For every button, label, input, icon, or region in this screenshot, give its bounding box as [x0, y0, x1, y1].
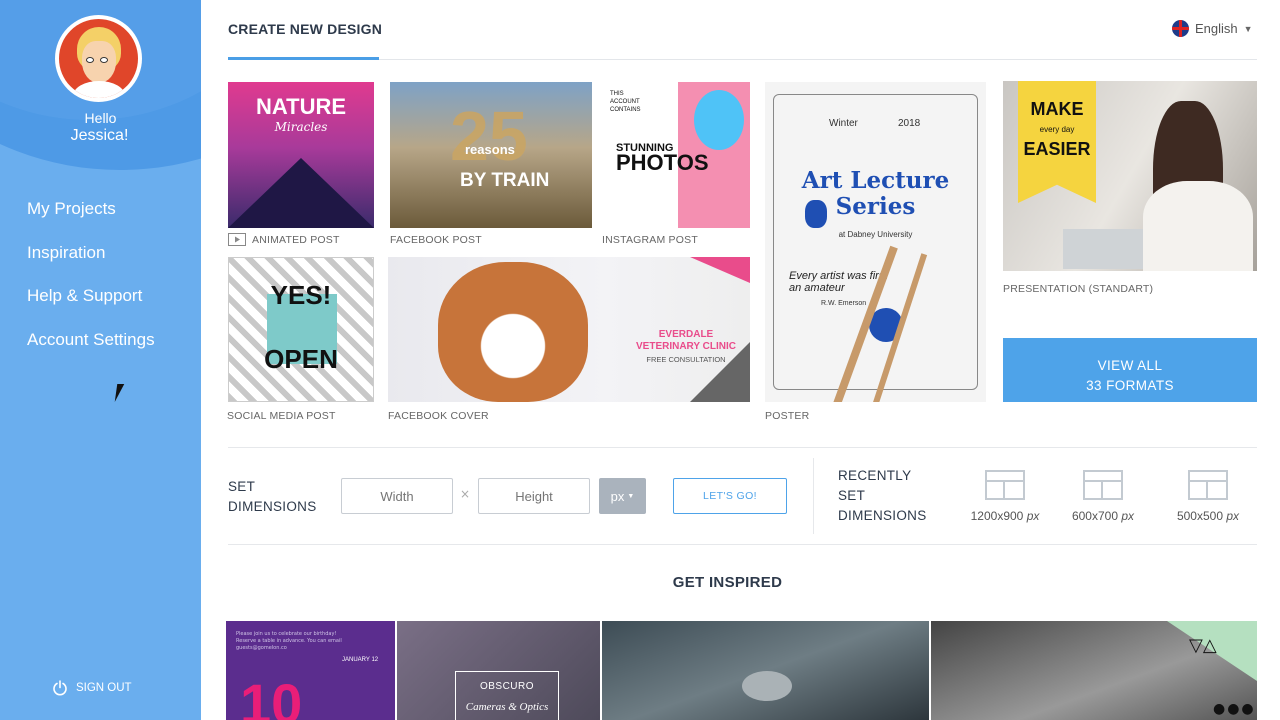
width-input[interactable]: [341, 478, 453, 514]
play-icon: [228, 233, 246, 246]
template-text: YES!: [270, 280, 332, 310]
template-poster[interactable]: Winter 2018 Art Lecture Series at Dabney…: [765, 82, 986, 402]
template-label-instagram-post: INSTAGRAM POST: [602, 234, 698, 246]
template-label-facebook-cover: FACEBOOK COVER: [388, 410, 489, 422]
tab-active-indicator: [228, 57, 379, 60]
recent-dimension-item[interactable]: 500x500 px: [1158, 470, 1258, 523]
template-facebook-cover[interactable]: EVERDALE VETERINARY CLINIC FREE CONSULTA…: [388, 257, 750, 402]
unit-select[interactable]: px ▼: [599, 478, 646, 514]
inspiration-card[interactable]: [602, 621, 929, 720]
inspiration-card[interactable]: ▽△ ●●●: [931, 621, 1257, 720]
template-text: R.W. Emerson: [821, 300, 867, 307]
triangle-icon: ▽△: [1189, 635, 1217, 656]
template-social-media-post[interactable]: YES! OPEN: [228, 257, 374, 402]
template-text: PHOTOS: [616, 150, 709, 175]
template-label-facebook-post: FACEBOOK POST: [390, 234, 482, 246]
times-icon: ×: [460, 487, 471, 501]
template-text: reasons: [465, 142, 515, 157]
template-title: NATURE: [255, 94, 347, 119]
layout-icon: [1083, 470, 1123, 500]
sign-out-label: SIGN OUT: [76, 682, 132, 694]
layout-icon: [1188, 470, 1228, 500]
template-number: 25: [450, 97, 528, 175]
template-text: OPEN: [264, 344, 338, 374]
inspiration-card[interactable]: OBSCURO Cameras & Optics: [397, 621, 600, 720]
recently-set-dimensions-label: RECENTLY SET DIMENSIONS: [838, 468, 927, 523]
tab-divider: [228, 59, 1257, 60]
username: Jessica!: [70, 127, 129, 144]
avatar-icon: [59, 19, 138, 98]
caret-down-icon: ▼: [627, 492, 635, 500]
greeting: Hello: [84, 110, 117, 126]
view-all-formats-button[interactable]: VIEW ALL 33 FORMATS: [1003, 338, 1257, 402]
mouse-cursor-icon: [114, 384, 125, 402]
layout-icon: [985, 470, 1025, 500]
template-title: Art Lecture Series: [801, 167, 950, 220]
template-text: EASIER: [1023, 139, 1091, 159]
language-selector[interactable]: English ▼: [1172, 20, 1253, 37]
template-presentation[interactable]: MAKE every day EASIER: [1003, 81, 1257, 271]
app-root: Hello Jessica! My Projects Inspiration H…: [0, 0, 1280, 720]
template-text: every day: [1039, 125, 1075, 134]
get-inspired-title: GET INSPIRED: [672, 574, 783, 591]
caret-down-icon: ▼: [1243, 23, 1253, 34]
nav-help-support[interactable]: Help & Support: [27, 285, 155, 329]
avatar[interactable]: [55, 15, 142, 102]
template-label-poster: POSTER: [765, 410, 810, 422]
bike-bell-image: [742, 671, 792, 701]
template-animated-post[interactable]: NATURE Miracles: [228, 82, 374, 228]
template-text: at Dabney University: [838, 230, 913, 239]
lets-go-button[interactable]: LET'S GO!: [673, 478, 787, 514]
divider-vertical: [813, 458, 814, 534]
dog-image: [438, 262, 588, 402]
nav-my-projects[interactable]: My Projects: [27, 198, 155, 242]
sidebar-nav: My Projects Inspiration Help & Support A…: [27, 198, 155, 372]
template-label-social-media-post: SOCIAL MEDIA POST: [227, 410, 336, 422]
inspiration-card[interactable]: Please join us to celebrate our birthday…: [226, 621, 395, 720]
template-text: 2018: [898, 118, 921, 129]
divider: [228, 544, 1257, 545]
dots-icon: ●●●: [1213, 701, 1256, 717]
template-text: MAKE: [1030, 99, 1084, 119]
template-subtitle: Miracles: [274, 120, 328, 134]
divider: [228, 447, 1257, 448]
nav-account-settings[interactable]: Account Settings: [27, 329, 155, 373]
template-text: EVERDALE VETERINARY CLINIC: [636, 329, 737, 352]
template-text: FREE CONSULTATION: [646, 355, 726, 364]
power-icon: [53, 680, 67, 696]
template-instagram-post[interactable]: THIS ACCOUNT CONTAINS STUNNING PHOTOS: [602, 82, 750, 228]
template-text: Winter: [829, 118, 858, 129]
set-dimensions-label: SET DIMENSIONS: [228, 479, 317, 514]
tab-create-new-design[interactable]: CREATE NEW DESIGN: [228, 21, 382, 37]
language-label: English: [1195, 21, 1238, 36]
template-label-presentation: PRESENTATION (STANDART): [1003, 283, 1154, 295]
template-text: BY TRAIN: [460, 170, 550, 191]
sign-out-button[interactable]: SIGN OUT: [52, 680, 132, 696]
nav-inspiration[interactable]: Inspiration: [27, 242, 155, 286]
template-text: THIS ACCOUNT CONTAINS: [610, 91, 641, 113]
recent-dimension-item[interactable]: 1200x900 px: [955, 470, 1055, 523]
template-label-animated-post: ANIMATED POST: [228, 233, 340, 246]
template-facebook-post[interactable]: 25 reasons BY TRAIN: [390, 82, 592, 228]
sidebar: Hello Jessica! My Projects Inspiration H…: [0, 0, 201, 720]
uk-flag-icon: [1172, 20, 1189, 37]
recent-dimension-item[interactable]: 600x700 px: [1053, 470, 1153, 523]
height-input[interactable]: [478, 478, 590, 514]
